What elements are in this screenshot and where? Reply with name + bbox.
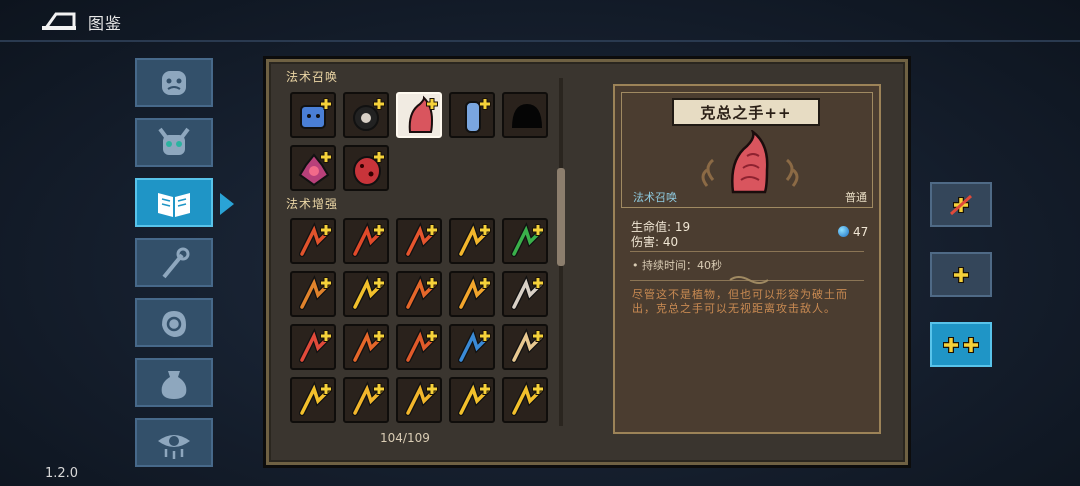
- item-category: 法术召唤: [633, 191, 677, 204]
- enhance-slot[interactable]: [449, 377, 495, 423]
- flesh-tentacle-portrait-icon: [701, 130, 799, 194]
- pouch-icon: [161, 370, 187, 399]
- double-claw-red-icon: [352, 222, 385, 257]
- enhance-slot[interactable]: [502, 218, 548, 264]
- blue-wing-icon: [458, 328, 491, 363]
- larva-icon: [511, 328, 544, 363]
- summon-slot[interactable]: [343, 145, 389, 191]
- divider: [0, 40, 1080, 42]
- gold-up-arrows-icon: [352, 381, 385, 416]
- enhance-slot[interactable]: [396, 324, 442, 370]
- summon-slot[interactable]: [396, 92, 442, 138]
- category-tab-1[interactable]: [135, 58, 213, 107]
- section-label-enhance: 法术增强: [286, 197, 339, 211]
- enhance-slot[interactable]: [343, 218, 389, 264]
- eye-icon: [158, 434, 190, 459]
- mana-gem-icon: [838, 226, 849, 237]
- category-tab-7[interactable]: [135, 418, 213, 467]
- ornament-icon: [729, 276, 769, 284]
- stat-damage: 伤害: 40: [631, 235, 679, 249]
- enhance-slot[interactable]: [290, 218, 336, 264]
- enhance-slot[interactable]: [396, 271, 442, 317]
- zigzag-lightning-icon: [352, 275, 385, 310]
- purple-flower-summon-icon: [298, 151, 332, 187]
- scrollbar-thumb[interactable]: [557, 168, 565, 266]
- black-bomb-summon-icon: [353, 98, 385, 131]
- summon-slot[interactable]: [290, 145, 336, 191]
- enhance-slot[interactable]: [449, 271, 495, 317]
- no-upgrade-icon: [949, 194, 973, 215]
- gold-ring-burst-icon: [405, 381, 438, 416]
- gold-card-icon: [458, 381, 491, 416]
- enhance-slot[interactable]: [290, 324, 336, 370]
- enhance-slot[interactable]: [343, 377, 389, 423]
- magic-staff-icon: [162, 247, 190, 278]
- category-tab-5[interactable]: [135, 298, 213, 347]
- enhance-slot[interactable]: [502, 271, 548, 317]
- filter-button-2[interactable]: [930, 252, 992, 297]
- enhance-slot[interactable]: [396, 377, 442, 423]
- split-arrows-icon: [405, 328, 438, 363]
- target-reticle-icon: [299, 328, 332, 363]
- enhance-slot[interactable]: [343, 271, 389, 317]
- filter-button-1[interactable]: [930, 182, 992, 227]
- stat-cost: 47: [853, 225, 869, 239]
- enhance-slot[interactable]: [502, 377, 548, 423]
- enhance-slot[interactable]: [343, 324, 389, 370]
- back-arrow-icon: [42, 12, 76, 30]
- active-tab-pointer: [220, 193, 234, 215]
- red-egg-summon-icon: [353, 151, 385, 186]
- category-tab-6[interactable]: [135, 358, 213, 407]
- enhance-slot[interactable]: [449, 218, 495, 264]
- filter-button-3[interactable]: [930, 322, 992, 367]
- gold-blob-icon: [458, 222, 491, 257]
- double-plus-icon: [943, 336, 979, 353]
- blue-canister-summon-icon: [465, 98, 491, 133]
- rising-trend-icon: [352, 328, 385, 363]
- fan-burst-red-icon: [405, 222, 438, 257]
- category-tab-3[interactable]: [135, 178, 213, 227]
- orbit-target-icon: [299, 275, 332, 310]
- summon-slot[interactable]: [343, 92, 389, 138]
- summon-slot[interactable]: [290, 92, 336, 138]
- locked-silhouette-icon: [512, 104, 542, 128]
- top-bar: 图鉴: [0, 0, 1080, 42]
- stat-duration: • 持续时间：40秒: [632, 259, 722, 272]
- blue-cube-summon-icon: [300, 98, 332, 129]
- single-plus-icon: [953, 266, 969, 283]
- section-label-summon: 法术召唤: [286, 70, 339, 84]
- enhance-slot[interactable]: [396, 218, 442, 264]
- open-book-icon: [158, 192, 190, 217]
- enhance-slot[interactable]: [502, 324, 548, 370]
- collection-counter: 104/109: [380, 431, 430, 445]
- mouse-device-icon: [511, 275, 544, 310]
- gold-bolt-icon: [299, 381, 332, 416]
- category-tab-2[interactable]: [135, 118, 213, 167]
- version-label: 1.2.0: [45, 466, 79, 481]
- pause-orb-icon: [405, 275, 438, 310]
- back-button[interactable]: [42, 8, 78, 32]
- item-description: 尽管这不是植物，但也可以形容为破土而出，克总之手可以无视距离攻击敌人。: [632, 288, 848, 315]
- enhance-slot[interactable]: [290, 377, 336, 423]
- enhance-slot[interactable]: [290, 271, 336, 317]
- item-name-plate: 克总之手++: [672, 98, 820, 126]
- enhance-slot[interactable]: [449, 324, 495, 370]
- item-grid[interactable]: 法术召唤 法术增强: [280, 70, 562, 458]
- gold-grid-icon: [511, 381, 544, 416]
- demon-face-icon: [162, 70, 186, 95]
- crescent-moon-icon: [458, 275, 491, 310]
- item-name: 克总之手++: [700, 103, 792, 122]
- divider: [630, 251, 864, 252]
- triple-arrow-red-icon: [299, 222, 332, 257]
- item-rarity: 普通: [845, 191, 867, 204]
- horned-skull-icon: [158, 127, 190, 155]
- flesh-tentacle-summon-icon: [408, 95, 438, 133]
- category-tab-4[interactable]: [135, 238, 213, 287]
- summon-slot[interactable]: [449, 92, 495, 138]
- summon-slot[interactable]: [502, 92, 548, 138]
- spell-hand-icon: [162, 310, 186, 337]
- green-drop-icon: [511, 222, 544, 257]
- page-title: 图鉴: [88, 14, 123, 33]
